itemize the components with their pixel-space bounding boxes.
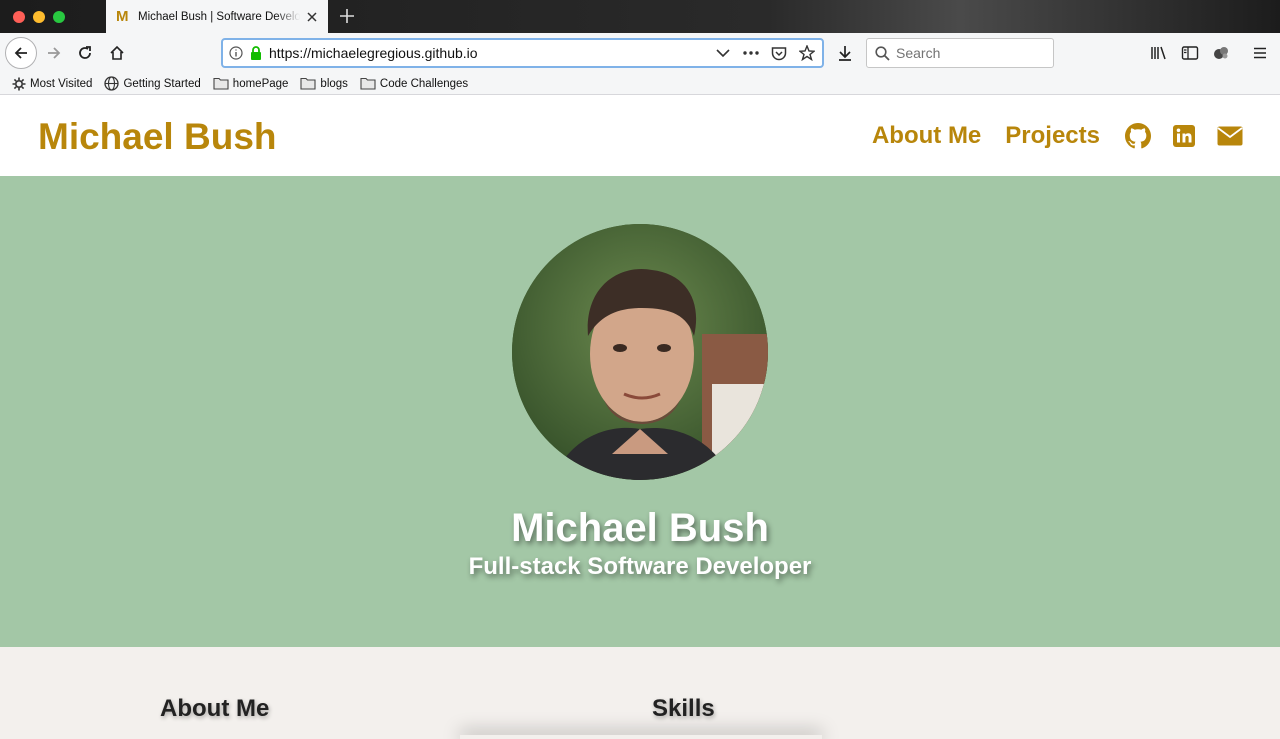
info-icon[interactable] [229,46,243,60]
url-bar[interactable]: https://michaelegregious.github.io [221,38,824,68]
window-close-button[interactable] [13,11,25,23]
bookmark-star-icon[interactable] [798,44,816,62]
nav-about-link[interactable]: About Me [872,122,981,150]
window-minimize-button[interactable] [33,11,45,23]
bookmark-label: Code Challenges [379,77,469,90]
menu-button[interactable] [1246,39,1274,67]
search-input[interactable] [896,45,1036,61]
hero-subtitle: Full-stack Software Developer [468,553,812,580]
skills-card [460,735,822,739]
sidebar-button[interactable] [1176,39,1204,67]
search-box[interactable] [866,38,1054,68]
skills-heading: Skills [652,695,715,722]
bookmark-label: Getting Started [123,77,201,90]
bookmark-most-visited[interactable]: Most Visited [12,77,92,91]
about-heading: About Me [160,695,270,722]
new-tab-button[interactable] [337,6,357,26]
bookmark-getting-started[interactable]: Getting Started [104,76,201,91]
library-icon [1151,46,1166,60]
extension-icon [1214,47,1228,59]
tab-favicon-icon: M [116,8,129,25]
download-icon [839,46,851,61]
extension-button[interactable] [1207,39,1235,67]
bookmark-blogs[interactable]: blogs [300,77,348,90]
site-brand[interactable]: Michael Bush [38,116,277,158]
folder-icon [300,77,316,90]
lock-icon[interactable] [249,45,263,61]
bookmark-label: homePage [232,77,289,90]
pocket-icon[interactable] [770,44,788,62]
content-section: About Me Skills [0,647,1280,739]
bookmark-code-challenges[interactable]: Code Challenges [360,77,468,90]
arrow-right-icon [48,47,61,59]
home-button[interactable] [103,39,131,67]
tab-title: Michael Bush | Software Developer [138,10,300,23]
nav-projects-link[interactable]: Projects [1005,122,1100,150]
reload-icon [79,46,91,59]
globe-icon [104,76,120,91]
envelope-icon[interactable] [1216,122,1244,150]
browser-tab[interactable]: M Michael Bush | Software Developer [106,0,328,33]
hamburger-icon [1254,47,1266,59]
bookmark-label: blogs [320,77,348,90]
profile-photo [512,224,768,480]
browser-titlebar: M Michael Bush | Software Developer [0,0,1280,33]
url-text[interactable]: https://michaelegregious.github.io [269,45,704,61]
folder-icon [360,77,376,90]
folder-icon [213,77,229,90]
back-button[interactable] [5,37,37,69]
github-icon[interactable] [1124,122,1152,150]
bookmark-label: Most Visited [30,77,93,90]
forward-button[interactable] [40,39,68,67]
gear-icon [12,77,26,90]
bookmark-homepage[interactable]: homePage [213,77,289,90]
hero-section: Michael Bush Full-stack Software Develop… [0,176,1280,647]
more-actions-icon[interactable] [742,44,760,62]
hero-name: Michael Bush [511,506,769,550]
linkedin-icon[interactable] [1170,122,1198,150]
sidebar-icon [1181,46,1199,60]
arrow-left-icon [14,47,27,59]
window-maximize-button[interactable] [53,11,65,23]
site-header: Michael Bush About Me Projects [0,96,1280,176]
home-icon [110,45,124,60]
tab-close-icon[interactable] [304,9,320,25]
chevron-down-icon[interactable] [714,44,732,62]
downloads-button[interactable] [831,39,859,67]
reload-button[interactable] [71,39,99,67]
browser-toolbar: https://michaelegregious.github.io [0,33,1280,73]
bookmarks-toolbar: Most Visited Getting Started homePage bl… [0,73,1280,95]
site-nav: About Me Projects [872,122,1244,150]
library-button[interactable] [1145,39,1173,67]
search-icon [875,45,890,61]
